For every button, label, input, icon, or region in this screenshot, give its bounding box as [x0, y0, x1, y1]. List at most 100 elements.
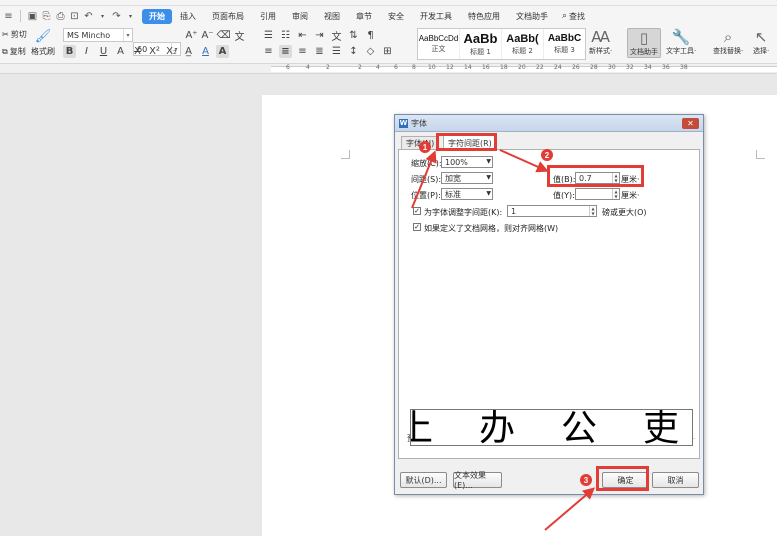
tab-insert[interactable]: 插入 [172, 9, 204, 24]
font-color-icon[interactable]: A [199, 45, 212, 58]
chevron-down-icon: ▼ [486, 158, 491, 165]
decrease-indent-icon[interactable]: ⇤ [296, 29, 309, 42]
ruler-tick: 4 [376, 64, 380, 71]
undo-icon[interactable]: ↶ [83, 11, 94, 22]
kerning-input[interactable]: 1 ▲ ▼ [507, 205, 597, 217]
new-style-label: 新样式· [589, 47, 613, 55]
select-button[interactable]: ↖ 选择· [753, 28, 769, 56]
subscript-icon[interactable]: X₂ [165, 45, 178, 58]
spinner-icon[interactable]: ▲ ▼ [589, 206, 596, 216]
shrink-font-icon[interactable]: A⁻ [201, 29, 214, 42]
print-preview-icon[interactable]: ⎘ [41, 11, 52, 22]
tab-chapter[interactable]: 章节 [348, 9, 380, 24]
redo-icon[interactable]: ↷ [111, 11, 122, 22]
default-button[interactable]: 默认(D)... [400, 472, 447, 488]
ruler-tick: 22 [536, 64, 544, 71]
preview-text: 上办公吏 [410, 409, 679, 446]
tab-doc-assistant[interactable]: 文档助手 [508, 9, 556, 24]
format-painter-icon: 🖌 [34, 29, 52, 44]
clear-format-icon[interactable]: ⌫ [216, 29, 230, 42]
snap-to-grid-checkbox[interactable]: ✓ [413, 223, 421, 231]
close-button[interactable]: ✕ [682, 118, 699, 129]
position-select[interactable]: 标准 ▼ [441, 188, 493, 200]
position-unit-select[interactable]: 厘米· [621, 190, 640, 201]
style-name: 标题 2 [512, 46, 533, 55]
chinese-layout-icon[interactable]: 文 [330, 29, 343, 43]
align-center-icon[interactable]: ≡ [279, 45, 292, 58]
tab-page-layout[interactable]: 页面布局 [204, 9, 252, 24]
strikethrough-icon[interactable]: X [131, 45, 144, 58]
char-shading-icon[interactable]: A [216, 45, 229, 58]
new-style-button[interactable]: Ꜳ 新样式· [589, 28, 612, 56]
save-icon[interactable]: ▣ [27, 11, 38, 22]
ruler-tick: 32 [626, 64, 634, 71]
menu-bar: ≡ ▣ ⎘ ⎙ ⊡ ↶ ▾ ↷ ▾ 开始 插入 页面布局 引用 审阅 视图 章节… [0, 6, 777, 26]
text-effect-button[interactable]: 文本效果(E)... [453, 471, 502, 490]
style-name: 正文 [431, 45, 446, 53]
style-heading-2[interactable]: AaBb( 标题 2 [502, 29, 544, 59]
divider [20, 10, 21, 22]
dialog-titlebar[interactable]: W 字体 [395, 115, 703, 132]
menu-icon[interactable]: ≡ [3, 11, 14, 22]
tab-review[interactable]: 审阅 [284, 9, 316, 24]
scissors-icon: ✂ [2, 30, 9, 39]
text-tools-button[interactable]: 🔧 文字工具· [666, 28, 696, 56]
border-icon[interactable]: ⊞ [381, 45, 394, 58]
find-replace-button[interactable]: ⌕ 查找替换· [713, 28, 743, 56]
print-icon[interactable]: ⎙ [55, 11, 66, 22]
sort-icon[interactable]: ⇅ [347, 29, 360, 42]
kerning-checkbox[interactable]: ✓ [413, 207, 421, 215]
horizontal-ruler[interactable]: 6 4 2 2 4 6 8 10 12 14 16 18 20 22 24 26… [0, 64, 777, 74]
doc-assistant-button[interactable]: ▯ 文档助手 [627, 28, 661, 58]
italic-icon[interactable]: I [80, 45, 93, 58]
tab-special-apps[interactable]: 特色应用 [460, 9, 508, 24]
doc-assistant-icon: ▯ [639, 29, 649, 47]
chevron-down-icon: ▼ [486, 174, 491, 181]
chevron-down-icon[interactable]: ▾ [97, 11, 108, 22]
increase-indent-icon[interactable]: ⇥ [313, 29, 326, 42]
cancel-button-label: 取消 [667, 475, 684, 485]
ruler-tick: 26 [572, 64, 580, 71]
style-normal[interactable]: AaBbCcDd 正文 [418, 29, 460, 59]
copy-button[interactable]: ⧉ 复制 [2, 46, 26, 57]
position-by-input[interactable]: ▲ ▼ [575, 188, 620, 200]
font-name-select[interactable]: MS Mincho ▾ [63, 28, 133, 42]
phonetic-icon[interactable]: 文 [233, 29, 246, 43]
shading-icon[interactable]: ◇ [364, 45, 377, 58]
style-heading-3[interactable]: AaBbC 标题 3 [544, 29, 585, 59]
bold-icon[interactable]: B [63, 45, 76, 58]
align-right-icon[interactable]: ≡ [296, 45, 309, 58]
cancel-button[interactable]: 取消 [652, 472, 699, 488]
search-button[interactable]: ⌕ 查找 [556, 11, 585, 22]
ruler-tick: 10 [428, 64, 436, 71]
tab-security[interactable]: 安全 [380, 9, 412, 24]
cut-button[interactable]: ✂ 剪切 [2, 29, 27, 40]
format-painter-button[interactable]: 🖌 格式刷 [31, 29, 55, 57]
spinner-icon[interactable]: ▲ ▼ [612, 189, 619, 199]
align-left-icon[interactable]: ≡ [262, 45, 275, 58]
kerning-suffix: 磅或更大(O) [602, 208, 647, 217]
export-icon[interactable]: ⊡ [69, 11, 80, 22]
tab-developer[interactable]: 开发工具 [412, 9, 460, 24]
justify-icon[interactable]: ≣ [313, 45, 326, 58]
bullet-list-icon[interactable]: ☰ [262, 29, 275, 42]
font-effect-icon[interactable]: A [114, 45, 127, 58]
underline-icon[interactable]: U [97, 45, 110, 58]
spacing-select[interactable]: 加宽 ▼ [441, 172, 493, 184]
scale-select[interactable]: 100% ▼ [441, 156, 493, 168]
scale-label: 缩放(C): [411, 159, 442, 168]
style-name: 标题 1 [470, 48, 491, 56]
tab-home[interactable]: 开始 [142, 8, 172, 24]
line-spacing-icon[interactable]: ↕ [347, 45, 360, 58]
chevron-down-icon[interactable]: ▾ [125, 11, 136, 22]
numbered-list-icon[interactable]: ☷ [279, 29, 292, 42]
highlight-icon[interactable]: A̲ [182, 45, 195, 58]
style-heading-1[interactable]: AaBb 标题 1 [460, 29, 502, 59]
tab-view[interactable]: 视图 [316, 9, 348, 24]
superscript-icon[interactable]: X² [148, 45, 161, 58]
style-sample: AaBbC [547, 33, 582, 44]
show-marks-icon[interactable]: ¶ [364, 29, 377, 42]
grow-font-icon[interactable]: A⁺ [185, 29, 198, 42]
tab-references[interactable]: 引用 [252, 9, 284, 24]
distributed-icon[interactable]: ☰ [330, 45, 343, 58]
